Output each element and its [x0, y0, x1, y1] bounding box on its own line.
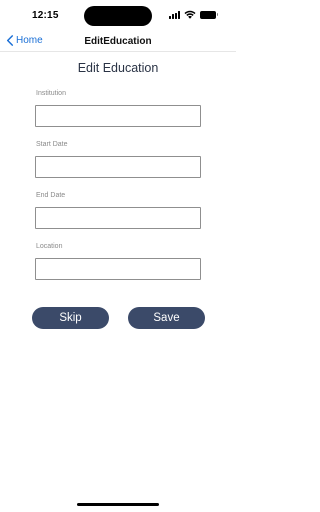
nav-title: EditEducation [84, 36, 152, 47]
status-time: 12:15 [32, 10, 59, 21]
navigation-bar: Home EditEducation [0, 32, 236, 52]
dynamic-island [84, 6, 152, 26]
cellular-signal-icon [169, 11, 180, 19]
save-button[interactable]: Save [128, 307, 205, 329]
institution-input[interactable] [35, 105, 201, 127]
home-indicator [77, 503, 159, 506]
battery-icon [200, 10, 218, 19]
wifi-icon [184, 10, 196, 19]
status-bar: 12:15 [0, 0, 236, 32]
skip-button[interactable]: Skip [32, 307, 109, 329]
end-date-label: End Date [36, 192, 66, 199]
page-title: Edit Education [77, 61, 159, 75]
end-date-input[interactable] [35, 207, 201, 229]
status-icons [169, 10, 218, 19]
start-date-input[interactable] [35, 156, 201, 178]
location-label: Location [36, 243, 63, 250]
start-date-label: Start Date [36, 141, 68, 148]
institution-label: Institution [36, 90, 66, 97]
location-input[interactable] [35, 258, 201, 280]
